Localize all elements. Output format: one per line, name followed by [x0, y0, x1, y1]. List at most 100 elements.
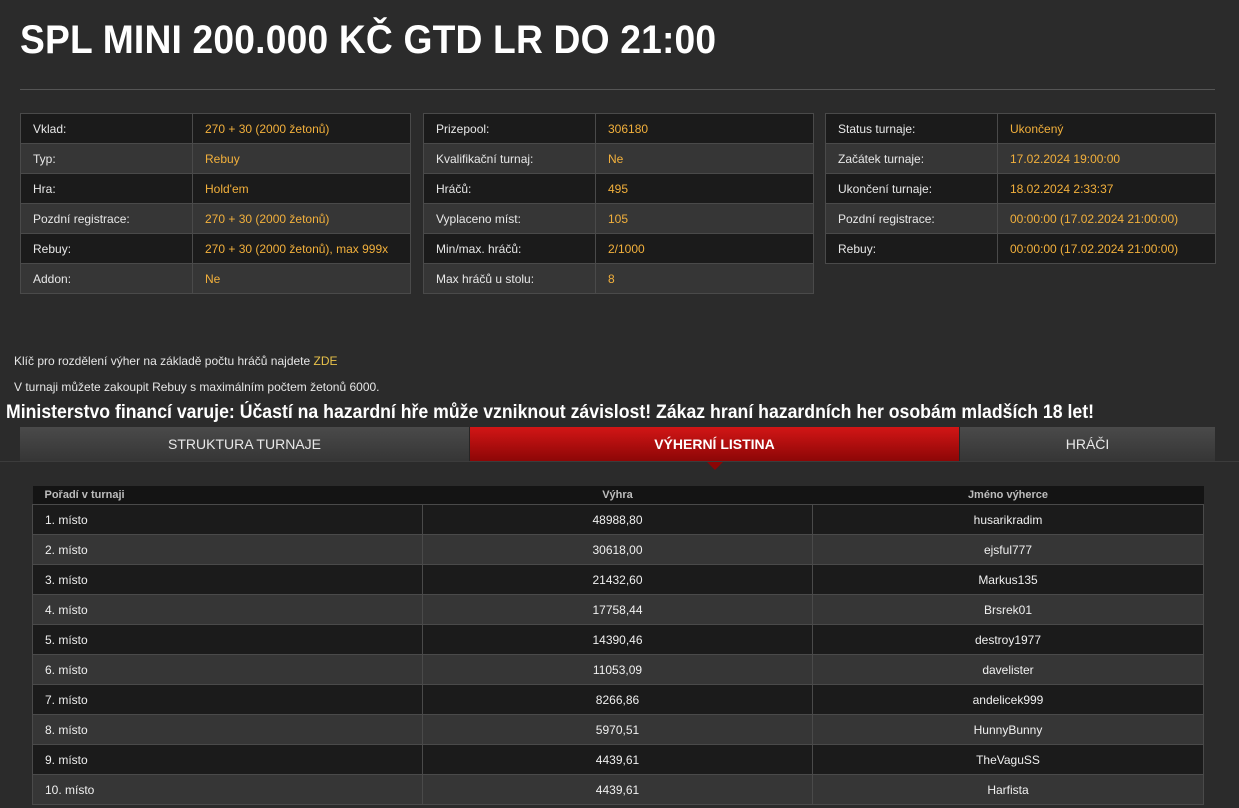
info-value: 17.02.2024 19:00:00	[997, 143, 1216, 174]
rank-cell: 6. místo	[32, 654, 423, 685]
info-row: Vklad: 270 + 30 (2000 žetonů)	[20, 113, 411, 144]
info-row: Začátek turnaje: 17.02.2024 19:00:00	[825, 143, 1216, 174]
rank-cell: 1. místo	[32, 504, 423, 535]
rank-cell: 7. místo	[32, 684, 423, 715]
tab-bar: STRUKTURA TURNAJE VÝHERNÍ LISTINA HRÁČI	[20, 427, 1215, 470]
tab-vyherni-listina[interactable]: VÝHERNÍ LISTINA	[470, 427, 960, 470]
tab-struktura-turnaje[interactable]: STRUKTURA TURNAJE	[20, 427, 470, 462]
info-label: Addon:	[20, 263, 193, 294]
info-value: Ne	[192, 263, 411, 294]
rank-cell: 5. místo	[32, 624, 423, 655]
rank-cell: 10. místo	[32, 774, 423, 805]
info-row: Pozdní registrace: 270 + 30 (2000 žetonů)	[20, 203, 411, 234]
info-label: Pozdní registrace:	[20, 203, 193, 234]
prize-cell: 4439,61	[422, 744, 813, 775]
info-label: Status turnaje:	[825, 113, 998, 144]
info-row: Ukončení turnaje: 18.02.2024 2:33:37	[825, 173, 1216, 204]
winner-cell: Harfista	[812, 774, 1204, 805]
info-value: 306180	[595, 113, 814, 144]
table-row: 4. místo 17758,44 Brsrek01	[32, 594, 1204, 625]
info-label: Prizepool:	[423, 113, 596, 144]
prize-cell: 14390,46	[422, 624, 813, 655]
winner-cell: TheVaguSS	[812, 744, 1204, 775]
prize-cell: 8266,86	[422, 684, 813, 715]
info-label: Vklad:	[20, 113, 193, 144]
title-divider	[20, 89, 1215, 90]
table-row: 8. místo 5970,51 HunnyBunny	[32, 714, 1204, 745]
info-value: 495	[595, 173, 814, 204]
info-row: Hráčů: 495	[423, 173, 814, 204]
tabs-divider	[0, 461, 1239, 462]
winner-cell: andelicek999	[812, 684, 1204, 715]
info-value: 8	[595, 263, 814, 294]
info-value: 105	[595, 203, 814, 234]
info-value: 18.02.2024 2:33:37	[997, 173, 1216, 204]
info-label: Rebuy:	[20, 233, 193, 264]
info-row: Kvalifikační turnaj: Ne	[423, 143, 814, 174]
column-header-winner: Jméno výherce	[812, 486, 1204, 505]
info-value: Ne	[595, 143, 814, 174]
winner-cell: Brsrek01	[812, 594, 1204, 625]
winner-cell: davelister	[812, 654, 1204, 685]
prize-cell: 4439,61	[422, 774, 813, 805]
info-value: Rebuy	[192, 143, 411, 174]
info-value: 2/1000	[595, 233, 814, 264]
info-row: Typ: Rebuy	[20, 143, 411, 174]
info-row: Rebuy: 00:00:00 (17.02.2024 21:00:00)	[825, 233, 1216, 264]
rank-cell: 8. místo	[32, 714, 423, 745]
info-row: Rebuy: 270 + 30 (2000 žetonů), max 999x	[20, 233, 411, 264]
rank-cell: 4. místo	[32, 594, 423, 625]
info-label: Ukončení turnaje:	[825, 173, 998, 204]
column-header-rank: Pořadí v turnaji	[32, 486, 423, 505]
info-label: Hráčů:	[423, 173, 596, 204]
prize-cell: 5970,51	[422, 714, 813, 745]
info-label: Vyplaceno míst:	[423, 203, 596, 234]
table-row: 2. místo 30618,00 ejsful777	[32, 534, 1204, 565]
distribution-link[interactable]: ZDE	[314, 354, 338, 368]
info-value: 270 + 30 (2000 žetonů)	[192, 203, 411, 234]
winner-cell: destroy1977	[812, 624, 1204, 655]
info-row: Hra: Hold'em	[20, 173, 411, 204]
info-value: 270 + 30 (2000 žetonů), max 999x	[192, 233, 411, 264]
distribution-note-text: Klíč pro rozdělení výher na základě počt…	[14, 354, 314, 368]
info-value: Hold'em	[192, 173, 411, 204]
rank-cell: 3. místo	[32, 564, 423, 595]
rank-cell: 9. místo	[32, 744, 423, 775]
info-table-middle: Prizepool: 306180 Kvalifikační turnaj: Ne Hr…	[423, 113, 814, 294]
winner-cell: ejsful777	[812, 534, 1204, 565]
info-row: Pozdní registrace: 00:00:00 (17.02.2024 2…	[825, 203, 1216, 234]
prize-cell: 11053,09	[422, 654, 813, 685]
prize-cell: 48988,80	[422, 504, 813, 535]
prize-cell: 30618,00	[422, 534, 813, 565]
info-row: Prizepool: 306180	[423, 113, 814, 144]
table-row: 9. místo 4439,61 TheVaguSS	[32, 744, 1204, 775]
table-row: 7. místo 8266,86 andelicek999	[32, 684, 1204, 715]
info-table-right: Status turnaje: Ukončený Začátek turnaje: 1…	[825, 113, 1216, 264]
info-table-left: Vklad: 270 + 30 (2000 žetonů) Typ: Rebuy Hra…	[20, 113, 411, 294]
results-header-row: Pořadí v turnaji Výhra Jméno výherce	[32, 486, 1204, 505]
page-title: SPL MINI 200.000 KČ GTD LR DO 21:00	[20, 18, 717, 62]
distribution-note: Klíč pro rozdělení výher na základě počt…	[14, 354, 338, 368]
rank-cell: 2. místo	[32, 534, 423, 565]
table-row: 6. místo 11053,09 davelister	[32, 654, 1204, 685]
info-value: 270 + 30 (2000 žetonů)	[192, 113, 411, 144]
info-row: Min/max. hráčů: 2/1000	[423, 233, 814, 264]
info-row: Status turnaje: Ukončený	[825, 113, 1216, 144]
table-row: 1. místo 48988,80 husarikradim	[32, 504, 1204, 535]
info-value: 00:00:00 (17.02.2024 21:00:00)	[997, 203, 1216, 234]
prize-cell: 17758,44	[422, 594, 813, 625]
info-label: Začátek turnaje:	[825, 143, 998, 174]
info-label: Hra:	[20, 173, 193, 204]
tab-hraci[interactable]: HRÁČI	[960, 427, 1215, 462]
rebuy-note: V turnaji můžete zakoupit Rebuy s maximá…	[14, 380, 380, 394]
column-header-prize: Výhra	[422, 486, 813, 505]
winner-cell: husarikradim	[812, 504, 1204, 535]
info-label: Rebuy:	[825, 233, 998, 264]
info-value: Ukončený	[997, 113, 1216, 144]
winner-cell: Markus135	[812, 564, 1204, 595]
info-row: Max hráčů u stolu: 8	[423, 263, 814, 294]
gambling-warning: Ministerstvo financí varuje: Účastí na h…	[6, 402, 1094, 423]
winner-cell: HunnyBunny	[812, 714, 1204, 745]
results-table: Pořadí v turnaji Výhra Jméno výherce 1. …	[32, 486, 1204, 805]
info-label: Kvalifikační turnaj:	[423, 143, 596, 174]
